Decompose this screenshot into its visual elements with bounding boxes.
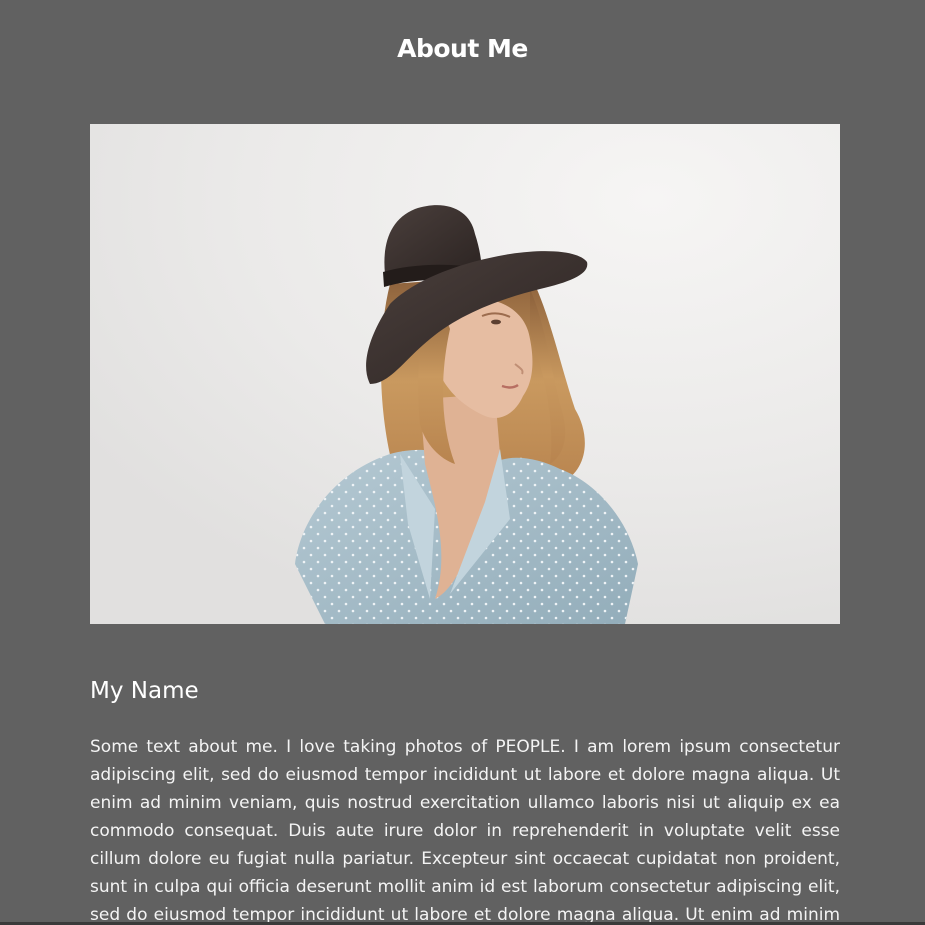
profile-photo [90,124,840,624]
profile-name: My Name [90,678,199,704]
profile-bio: Some text about me. I love taking photos… [90,737,840,925]
page-title: About Me [397,34,528,63]
